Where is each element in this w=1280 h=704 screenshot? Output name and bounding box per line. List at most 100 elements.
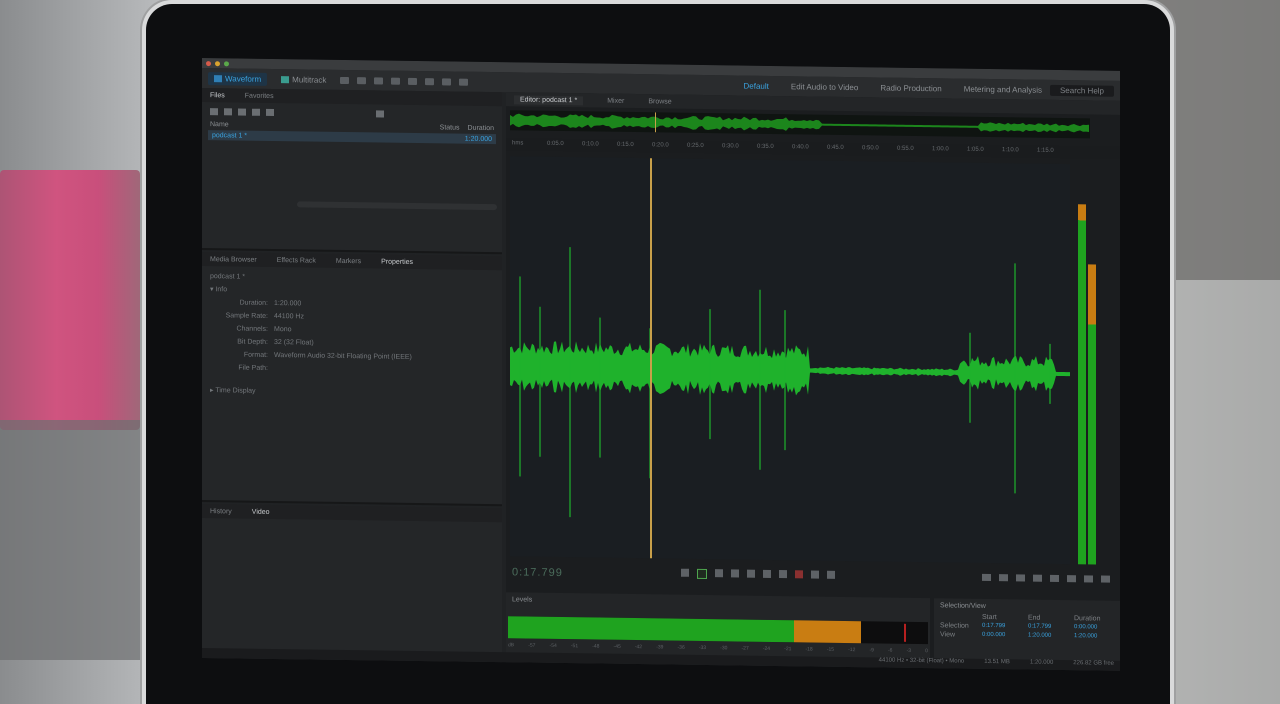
zoom-in-amplitude-icon[interactable] [982,573,991,582]
level-scale-tick: -39 [656,644,664,651]
import-icon[interactable] [238,108,246,116]
waveform-icon [214,74,222,82]
brush-icon[interactable] [442,77,452,85]
zoom-selection-icon[interactable] [1084,575,1093,583]
workspace-radio-production[interactable]: Radio Production [880,83,941,93]
laptop-bezel: Waveform Multitrack Default Edit Audio t… [146,4,1170,704]
overview-waveform[interactable] [510,110,1090,139]
tab-history[interactable]: History [210,508,232,515]
playhead[interactable] [650,158,652,559]
stop-icon[interactable] [681,568,689,577]
level-scale-tick: -42 [634,644,643,651]
insert-icon[interactable] [252,108,260,116]
tab-browse[interactable]: Browse [648,98,671,105]
ruler-tick: 0:50.0 [862,145,879,152]
level-scale-tick: -9 [869,647,874,654]
play-icon[interactable] [697,568,707,580]
level-scale-tick: -3 [906,647,912,654]
ruler-tick: 0:30.0 [722,143,739,150]
rewind-icon[interactable] [747,569,755,578]
meter-left-channel [1078,204,1086,565]
tab-favorites[interactable]: Favorites [245,92,274,99]
spot-healing-icon[interactable] [459,78,469,86]
ruler-tick: 1:00.0 [932,146,949,153]
time-display-toggle[interactable]: ▸ Time Display [210,384,494,401]
go-to-start-icon[interactable] [731,569,739,578]
workspace-metering[interactable]: Metering and Analysis [964,84,1042,94]
pause-icon[interactable] [715,569,723,578]
razor-tool-icon[interactable] [374,76,384,85]
fast-forward-icon[interactable] [763,569,771,578]
tab-properties[interactable]: Properties [381,258,413,265]
overview-wave-svg [510,112,1089,133]
search-help-input[interactable]: Search Help [1049,84,1114,97]
lasso-icon[interactable] [425,77,435,85]
level-scale-tick: 0 [925,648,928,655]
time-ruler[interactable]: hms 0:05.0 0:10.0 0:15.0 0:20.0 0:25.0 0:30.0 0… [506,138,1120,159]
tab-effects-rack[interactable]: Effects Rack [277,257,316,265]
minimize-icon[interactable] [215,60,220,66]
workspace-edit-audio-video[interactable]: Edit Audio to Video [791,82,858,92]
zoom-controls [982,573,1110,583]
zoom-icon[interactable] [224,60,229,66]
selection-end-field[interactable]: 0:17.799 [1028,624,1068,632]
multitrack-icon [281,75,290,83]
level-scale-tick: -48 [592,643,600,650]
close-icon[interactable] [206,60,211,66]
zoom-channel-icon[interactable] [1101,575,1110,583]
time-selection-icon[interactable] [391,77,401,85]
view-start-field[interactable]: 0:00.000 [982,632,1022,640]
zoom-out-time-icon[interactable] [1033,574,1042,582]
waveform-display[interactable] [510,156,1070,565]
level-scale-tick: -15 [826,646,835,653]
timecode-display: 0:17.799 [512,566,563,580]
zoom-out-amplitude-icon[interactable] [999,574,1008,582]
ruler-tick: 0:10.0 [582,141,599,148]
level-scale-tick: -51 [570,643,579,650]
selection-duration-field[interactable]: 0:00.000 [1074,624,1114,632]
marquee-icon[interactable] [408,77,418,85]
view-end-field[interactable]: 1:20.000 [1028,633,1068,641]
loop-icon[interactable] [811,570,819,579]
tab-mixer[interactable]: Mixer [607,97,624,104]
record-icon[interactable] [795,570,803,579]
ruler-tick: 0:25.0 [687,142,704,150]
selection-start-field[interactable]: 0:17.799 [982,623,1022,631]
ruler-tick: hms [512,140,524,147]
workspace-default[interactable]: Default [744,81,769,90]
tab-markers[interactable]: Markers [336,257,361,264]
tab-video[interactable]: Video [252,508,270,515]
tab-media-browser[interactable]: Media Browser [210,256,257,264]
ruler-tick: 0:45.0 [827,144,844,151]
files-panel: Files Favorites Name Status Duration pod… [202,88,502,255]
go-to-end-icon[interactable] [779,570,787,579]
view-duration-field[interactable]: 1:20.000 [1074,633,1114,641]
properties-body: podcast 1 * ▾ Info Duration: 1:20.000 Sam… [202,266,502,405]
spectral-display-icon[interactable] [340,76,350,84]
move-tool-icon[interactable] [357,76,367,84]
zoom-out-full-icon[interactable] [1050,574,1059,582]
ruler-tick: 1:05.0 [967,146,984,153]
workspace-switcher: Default Edit Audio to Video Radio Produc… [744,81,1042,94]
level-scale-tick: dB [508,642,515,649]
zoom-in-point-icon[interactable] [1067,575,1076,583]
delete-icon[interactable] [266,108,274,117]
waveform-mode-button[interactable]: Waveform [208,71,268,86]
level-scale-tick: -18 [805,646,813,653]
level-peak-marker [904,623,906,642]
level-scale-tick: -24 [762,645,771,652]
ruler-tick: 0:55.0 [897,145,914,152]
multitrack-mode-button[interactable]: Multitrack [275,73,332,87]
tab-files[interactable]: Files [210,92,225,99]
tab-editor[interactable]: Editor: podcast 1 * [514,94,584,105]
ruler-tick: 1:15.0 [1037,147,1054,154]
files-scrollbar[interactable] [297,201,497,211]
file-row[interactable]: podcast 1 * 1:20.000 [208,130,496,145]
zoom-in-time-icon[interactable] [1016,574,1025,582]
skip-selection-icon[interactable] [827,570,835,579]
new-file-icon[interactable] [210,108,218,116]
level-scale-tick: -36 [677,644,685,651]
open-file-icon[interactable] [224,108,232,116]
level-scale-tick: -57 [528,642,536,649]
search-icon[interactable] [376,110,384,118]
